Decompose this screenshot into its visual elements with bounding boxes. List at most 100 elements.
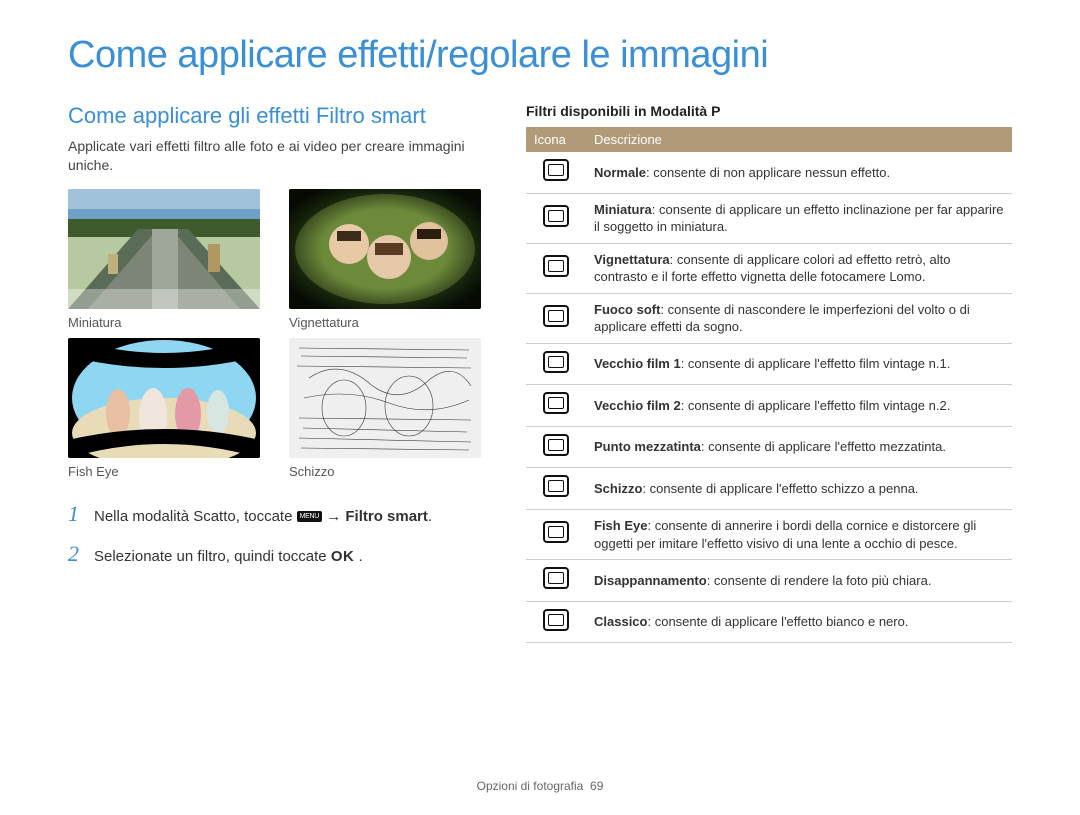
filter-icon-cell — [526, 560, 586, 602]
step-number-1: 1 — [68, 501, 84, 527]
filter-name: Vecchio film 1 — [594, 356, 681, 371]
filter-icon — [543, 305, 569, 327]
filter-icon — [543, 205, 569, 227]
table-row: Normale: consente di non applicare nessu… — [526, 152, 1012, 193]
filter-name: Normale — [594, 165, 646, 180]
page-footer: Opzioni di fotografia 69 — [0, 779, 1080, 793]
step-number-2: 2 — [68, 541, 84, 567]
table-row: Disappannamento: consente di rendere la … — [526, 560, 1012, 602]
filter-icon-cell — [526, 510, 586, 560]
filter-icon-cell — [526, 293, 586, 343]
step-1: 1 Nella modalità Scatto, toccate MENU → … — [68, 501, 488, 527]
table-row: Vecchio film 1: consente di applicare l'… — [526, 343, 1012, 385]
thumb-miniatura: Miniatura — [68, 189, 267, 330]
filter-desc: : consente di applicare un effetto incli… — [594, 202, 1004, 235]
filters-heading: Filtri disponibili in Modalità P — [526, 103, 1012, 119]
filter-icon — [543, 434, 569, 456]
filters-table: Icona Descrizione Normale: consente di n… — [526, 127, 1012, 643]
table-row: Fuoco soft: consente di nascondere le im… — [526, 293, 1012, 343]
filter-icon-cell — [526, 193, 586, 243]
filter-icon-cell — [526, 343, 586, 385]
schizzo-image — [289, 338, 481, 458]
filter-desc-cell: Miniatura: consente di applicare un effe… — [586, 193, 1012, 243]
filter-desc-cell: Normale: consente di non applicare nessu… — [586, 152, 1012, 193]
filter-name: Schizzo — [594, 481, 642, 496]
filter-icon — [543, 255, 569, 277]
filter-desc: : consente di applicare l'effetto schizz… — [642, 481, 918, 496]
filter-desc-cell: Punto mezzatinta: consente di applicare … — [586, 426, 1012, 468]
table-row: Miniatura: consente di applicare un effe… — [526, 193, 1012, 243]
filter-name: Vecchio film 2 — [594, 398, 681, 413]
step-2: 2 Selezionate un filtro, quindi toccate … — [68, 541, 488, 567]
filter-icon — [543, 609, 569, 631]
table-row: Punto mezzatinta: consente di applicare … — [526, 426, 1012, 468]
miniatura-image — [68, 189, 260, 309]
filter-icon — [543, 392, 569, 414]
caption-schizzo: Schizzo — [289, 464, 488, 479]
thumb-vignettatura: Vignettatura — [289, 189, 488, 330]
page-title: Come applicare effetti/regolare le immag… — [68, 34, 1012, 77]
step2-pre: Selezionate un filtro, quindi toccate — [94, 548, 331, 565]
filter-desc-cell: Vecchio film 1: consente di applicare l'… — [586, 343, 1012, 385]
filter-desc-cell: Classico: consente di applicare l'effett… — [586, 601, 1012, 643]
filter-name: Miniatura — [594, 202, 652, 217]
filter-icon-cell — [526, 243, 586, 293]
filter-name: Disappannamento — [594, 573, 707, 588]
filter-name: Classico — [594, 614, 647, 629]
filter-desc: : consente di non applicare nessun effet… — [646, 165, 890, 180]
filter-desc-cell: Schizzo: consente di applicare l'effetto… — [586, 468, 1012, 510]
filter-name: Fuoco soft — [594, 302, 660, 317]
table-row: Fish Eye: consente di annerire i bordi d… — [526, 510, 1012, 560]
steps-list: 1 Nella modalità Scatto, toccate MENU → … — [68, 501, 488, 567]
table-row: Classico: consente di applicare l'effett… — [526, 601, 1012, 643]
ok-icon: OK — [331, 548, 355, 565]
intro-text: Applicate vari effetti filtro alle foto … — [68, 137, 488, 175]
thumb-fisheye: Fish Eye — [68, 338, 267, 479]
th-icon: Icona — [526, 127, 586, 152]
filter-desc: : consente di rendere la foto più chiara… — [707, 573, 932, 588]
right-column: Filtri disponibili in Modalità P Icona D… — [526, 103, 1012, 643]
filter-desc: : consente di applicare l'effetto film v… — [681, 398, 951, 413]
footer-page: 69 — [590, 779, 603, 793]
filter-icon-cell — [526, 601, 586, 643]
table-row: Vignettatura: consente di applicare colo… — [526, 243, 1012, 293]
thumbnail-grid: Miniatura — [68, 189, 488, 479]
step1-pre: Nella modalità Scatto, toccate — [94, 508, 297, 525]
filter-icon — [543, 159, 569, 181]
caption-miniatura: Miniatura — [68, 315, 267, 330]
filter-icon-cell — [526, 152, 586, 193]
footer-section: Opzioni di fotografia — [477, 779, 584, 793]
vignettatura-image — [289, 189, 481, 309]
filter-name: Punto mezzatinta — [594, 439, 701, 454]
thumb-schizzo: Schizzo — [289, 338, 488, 479]
caption-fisheye: Fish Eye — [68, 464, 267, 479]
left-column: Come applicare gli effetti Filtro smart … — [68, 103, 488, 643]
menu-icon: MENU — [297, 511, 322, 522]
filter-icon-cell — [526, 468, 586, 510]
filter-desc: : consente di applicare l'effetto bianco… — [647, 614, 908, 629]
filter-desc-cell: Fish Eye: consente di annerire i bordi d… — [586, 510, 1012, 560]
table-row: Schizzo: consente di applicare l'effetto… — [526, 468, 1012, 510]
fisheye-image — [68, 338, 260, 458]
filter-icon-cell — [526, 385, 586, 427]
step-2-text: Selezionate un filtro, quindi toccate OK… — [94, 548, 363, 565]
filter-desc-cell: Vecchio film 2: consente di applicare l'… — [586, 385, 1012, 427]
step-1-text: Nella modalità Scatto, toccate MENU → Fi… — [94, 508, 432, 525]
filter-desc: : consente di annerire i bordi della cor… — [594, 518, 976, 551]
arrow-icon: → — [326, 508, 345, 525]
filter-desc-cell: Vignettatura: consente di applicare colo… — [586, 243, 1012, 293]
filtro-smart-label: Filtro smart — [345, 508, 428, 525]
section-subhead: Come applicare gli effetti Filtro smart — [68, 103, 488, 129]
filter-icon-cell — [526, 426, 586, 468]
filter-name: Fish Eye — [594, 518, 647, 533]
filter-icon — [543, 351, 569, 373]
page: Come applicare effetti/regolare le immag… — [0, 0, 1080, 643]
caption-vignettatura: Vignettatura — [289, 315, 488, 330]
two-column-layout: Come applicare gli effetti Filtro smart … — [68, 103, 1012, 643]
filter-icon — [543, 475, 569, 497]
filter-desc-cell: Fuoco soft: consente di nascondere le im… — [586, 293, 1012, 343]
filter-desc: : consente di applicare l'effetto film v… — [681, 356, 951, 371]
table-row: Vecchio film 2: consente di applicare l'… — [526, 385, 1012, 427]
filter-name: Vignettatura — [594, 252, 670, 267]
filter-icon — [543, 521, 569, 543]
